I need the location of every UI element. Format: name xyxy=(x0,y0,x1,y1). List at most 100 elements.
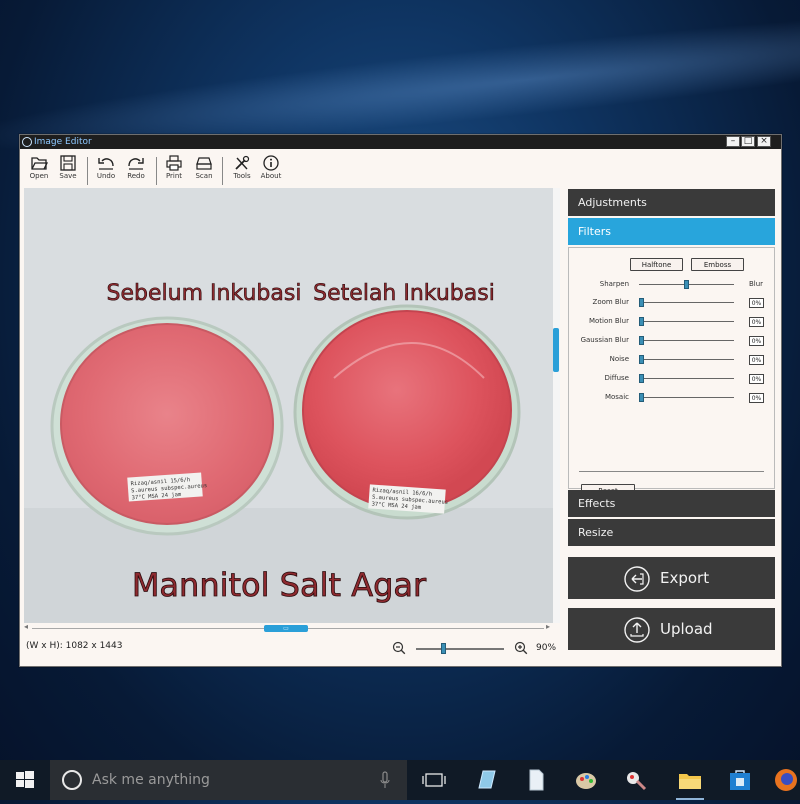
sharpen-label: Sharpen xyxy=(599,280,629,288)
filter-slider[interactable] xyxy=(639,393,734,402)
effects-header[interactable]: Effects xyxy=(568,490,775,517)
filter-slider-handle[interactable] xyxy=(639,317,644,326)
windows-logo-icon xyxy=(16,771,34,788)
scan-button[interactable]: Scan xyxy=(190,155,218,180)
task-view-icon[interactable] xyxy=(420,766,448,794)
info-icon xyxy=(263,155,279,171)
filters-header[interactable]: Filters xyxy=(568,218,775,245)
paint-palette-icon[interactable] xyxy=(572,766,600,794)
window-title: Image Editor xyxy=(34,137,92,147)
photo-label-after: Setelah Inkubasi xyxy=(313,281,495,306)
scroll-left-icon[interactable]: ◂ xyxy=(24,622,28,631)
about-label: About xyxy=(260,172,282,180)
image-dimensions: (W x H): 1082 x 1443 xyxy=(26,641,123,651)
tools-label: Tools xyxy=(233,172,251,180)
filter-slider-handle[interactable] xyxy=(639,336,644,345)
halftone-button[interactable]: Halftone xyxy=(630,258,683,271)
tools-icon xyxy=(235,155,250,170)
filter-slider[interactable] xyxy=(639,317,734,326)
zoom-slider-handle[interactable] xyxy=(441,643,446,654)
start-button[interactable] xyxy=(0,760,50,800)
scroll-right-icon[interactable]: ▸ xyxy=(546,622,550,631)
filter-slider-handle[interactable] xyxy=(639,393,644,402)
upload-label: Upload xyxy=(660,620,713,638)
slider-value-box[interactable]: 0% xyxy=(749,393,764,403)
scanner-icon xyxy=(196,157,212,170)
filter-slider[interactable] xyxy=(639,355,734,364)
taskbar-search[interactable]: Ask me anything xyxy=(50,760,407,800)
redo-label: Redo xyxy=(127,172,145,180)
upload-button[interactable]: Upload xyxy=(568,608,775,650)
slider-label: Zoom Blur xyxy=(592,298,629,306)
printer-icon xyxy=(166,155,182,171)
horizontal-scrollbar[interactable]: ◂ ▭ ▸ xyxy=(24,622,554,632)
about-button[interactable]: About xyxy=(257,155,285,180)
petri-dish-after xyxy=(293,304,521,520)
title-bar[interactable]: Image Editor – □ × xyxy=(20,135,781,149)
file-explorer-icon[interactable] xyxy=(676,766,704,800)
minimize-icon[interactable]: – xyxy=(726,136,740,147)
tablet-app-icon[interactable] xyxy=(472,766,500,794)
filter-slider-handle[interactable] xyxy=(639,374,644,383)
petri-dish-before xyxy=(50,316,284,536)
slider-value-box[interactable]: 0% xyxy=(749,317,764,327)
cortana-icon[interactable] xyxy=(62,770,82,790)
zoom-in-icon[interactable] xyxy=(514,641,528,655)
adjustments-header[interactable]: Adjustments xyxy=(568,189,775,216)
search-placeholder: Ask me anything xyxy=(92,772,210,788)
slider-label: Noise xyxy=(609,355,629,363)
image-canvas[interactable]: Sebelum Inkubasi Setelah Inkubasi Mannit… xyxy=(24,188,554,623)
filter-slider[interactable] xyxy=(639,374,734,383)
sharpen-blur-slider-handle[interactable] xyxy=(684,280,689,289)
slider-value-box[interactable]: 0% xyxy=(749,336,764,346)
zoom-slider[interactable] xyxy=(416,643,504,654)
maximize-icon[interactable]: □ xyxy=(741,136,755,147)
store-icon[interactable] xyxy=(726,766,754,794)
tools-button[interactable]: Tools xyxy=(228,155,256,180)
horizontal-scroll-thumb[interactable]: ▭ xyxy=(264,625,308,632)
open-button[interactable]: Open xyxy=(25,155,53,180)
filters-section: Halftone Emboss Sharpen Blur Zoom Blur 0%… xyxy=(568,247,775,497)
slider-value-box[interactable]: 0% xyxy=(749,374,764,384)
toolbar-divider xyxy=(87,157,88,185)
filter-slider[interactable] xyxy=(639,298,734,307)
slider-label: Motion Blur xyxy=(588,317,629,325)
redo-icon xyxy=(128,158,144,170)
print-button[interactable]: Print xyxy=(160,155,188,180)
redo-button[interactable]: Redo xyxy=(122,155,150,180)
toolbar: Open Save Undo Redo Print Scan Tools Abo… xyxy=(20,149,781,187)
photo-caption: Mannitol Salt Agar xyxy=(132,566,427,604)
filter-slider-handle[interactable] xyxy=(639,355,644,364)
firefox-icon[interactable] xyxy=(772,766,800,794)
filter-slider[interactable] xyxy=(639,336,734,345)
export-button[interactable]: Export xyxy=(568,557,775,599)
resize-header[interactable]: Resize xyxy=(568,519,775,546)
paint-app-icon[interactable] xyxy=(622,766,650,794)
toolbar-divider xyxy=(156,157,157,185)
close-icon[interactable]: × xyxy=(757,136,771,147)
export-label: Export xyxy=(660,569,710,587)
filter-slider-handle[interactable] xyxy=(639,298,644,307)
blur-label: Blur xyxy=(749,280,764,288)
slider-value-box[interactable]: 0% xyxy=(749,298,764,308)
slider-label: Gaussian Blur xyxy=(580,336,629,344)
slider-value-box[interactable]: 0% xyxy=(749,355,764,365)
sharpen-blur-slider[interactable] xyxy=(639,280,734,289)
document-app-icon[interactable] xyxy=(522,766,550,794)
floppy-disk-icon xyxy=(60,155,76,171)
print-label: Print xyxy=(165,172,183,180)
app-logo-icon xyxy=(22,137,32,147)
vertical-scrollbar[interactable] xyxy=(553,188,560,623)
slider-label: Diffuse xyxy=(604,374,629,382)
panel-divider xyxy=(579,471,764,472)
vertical-scroll-thumb[interactable] xyxy=(553,328,559,372)
undo-icon xyxy=(98,158,114,170)
petri-dish-photo: Sebelum Inkubasi Setelah Inkubasi Mannit… xyxy=(24,188,554,623)
undo-button[interactable]: Undo xyxy=(92,155,120,180)
save-button[interactable]: Save xyxy=(54,155,82,180)
upload-icon xyxy=(624,617,650,643)
emboss-button[interactable]: Emboss xyxy=(691,258,744,271)
zoom-out-icon[interactable] xyxy=(392,641,406,655)
microphone-icon[interactable] xyxy=(380,771,390,789)
image-editor-window: Image Editor – □ × Open Save Undo Redo P… xyxy=(19,134,782,667)
